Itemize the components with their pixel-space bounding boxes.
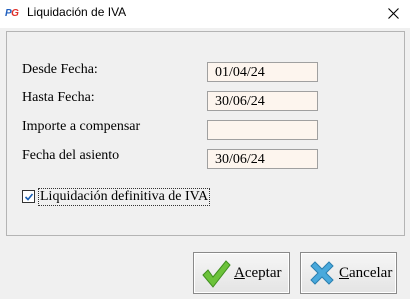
desde-fecha-label: Desde Fecha:: [22, 62, 98, 77]
cancel-button-label: Cancelar: [339, 265, 393, 281]
hasta-fecha-label: Hasta Fecha:: [22, 90, 95, 105]
cancel-button[interactable]: Cancelar: [300, 252, 397, 294]
window-title: Liquidación de IVA: [27, 5, 127, 19]
accept-button[interactable]: Aceptar: [193, 252, 290, 294]
importe-compensar-input[interactable]: [207, 120, 318, 140]
x-icon: [310, 261, 334, 285]
close-icon: [388, 8, 399, 19]
close-button[interactable]: [376, 0, 410, 28]
fecha-asiento-label: Fecha del asiento: [22, 148, 120, 163]
fecha-asiento-input[interactable]: 30/06/24: [207, 149, 318, 169]
liquidacion-iva-dialog: PG Liquidación de IVA Desde Fecha: 01/04…: [0, 0, 410, 299]
app-logo-icon: PG: [5, 8, 19, 19]
hasta-fecha-input[interactable]: 30/06/24: [207, 91, 318, 111]
checkmark-icon: [24, 193, 34, 201]
desde-fecha-input[interactable]: 01/04/24: [207, 62, 318, 82]
importe-compensar-label: Importe a compensar: [22, 119, 141, 134]
accept-button-label: Aceptar: [234, 265, 282, 281]
definitiva-checkbox[interactable]: [22, 190, 35, 203]
title-bar: PG Liquidación de IVA: [0, 0, 410, 28]
definitiva-checkbox-label[interactable]: Liquidación definitiva de IVA: [38, 188, 211, 206]
check-icon: [202, 260, 231, 288]
